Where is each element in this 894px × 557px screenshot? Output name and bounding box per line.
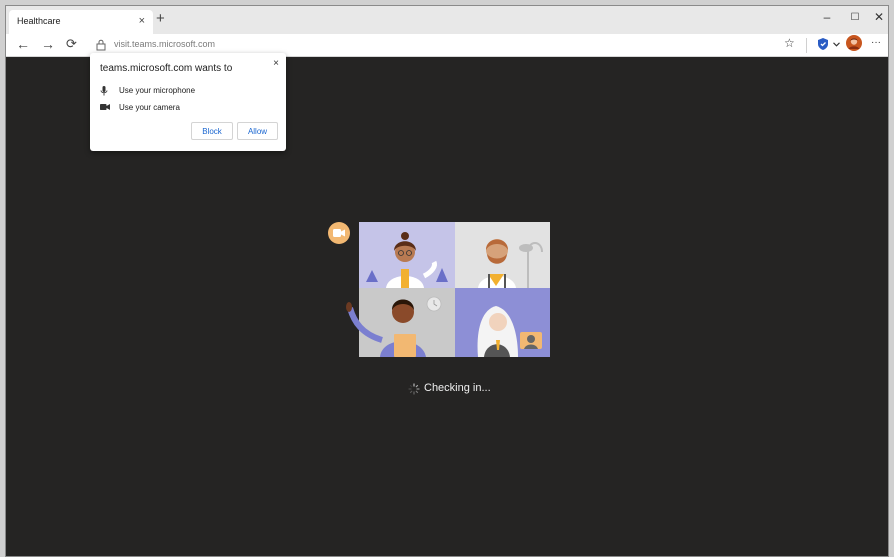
permission-label: Use your microphone	[119, 86, 196, 95]
close-window-button[interactable]: ✕	[870, 10, 888, 24]
new-tab-button[interactable]: +	[156, 11, 165, 26]
allow-button[interactable]: Allow	[237, 122, 278, 140]
maximize-button[interactable]: ☐	[846, 12, 864, 23]
camera-badge-icon	[328, 222, 350, 244]
favorite-star-icon[interactable]: ☆	[784, 36, 795, 50]
tab-title: Healthcare	[17, 16, 61, 26]
popup-close-icon[interactable]: ×	[273, 58, 279, 69]
title-bar: Healthcare × + – ☐ ✕	[6, 6, 888, 34]
spinner-icon	[408, 383, 420, 395]
teams-meeting-illustration	[328, 222, 550, 357]
profile-avatar[interactable]	[846, 35, 862, 51]
status-text: Checking in...	[424, 382, 491, 394]
block-button[interactable]: Block	[191, 122, 233, 140]
refresh-button[interactable]: ⟳	[66, 36, 77, 52]
lock-icon	[96, 39, 106, 51]
tab-healthcare[interactable]: Healthcare ×	[9, 10, 153, 34]
microphone-icon	[100, 86, 108, 96]
extension-shield-icon[interactable]	[816, 37, 830, 51]
popup-title: teams.microsoft.com wants to	[100, 63, 233, 74]
toolbar-divider	[806, 38, 807, 53]
url-text: visit.teams.microsoft.com	[114, 39, 216, 49]
chevron-down-icon[interactable]	[833, 42, 840, 47]
back-button[interactable]: ←	[16, 36, 30, 52]
browser-window: Healthcare × + – ☐ ✕ ← → ⟳ visit.teams.m…	[5, 5, 889, 557]
more-options-icon[interactable]: ···	[871, 37, 881, 48]
minimize-button[interactable]: –	[818, 10, 836, 24]
permission-label: Use your camera	[119, 103, 180, 112]
address-bar[interactable]: visit.teams.microsoft.com	[92, 36, 804, 54]
permission-popup: teams.microsoft.com wants to × Use your …	[90, 53, 286, 151]
forward-button[interactable]: →	[41, 36, 55, 52]
close-tab-icon[interactable]: ×	[139, 15, 145, 27]
camera-icon	[100, 104, 110, 110]
